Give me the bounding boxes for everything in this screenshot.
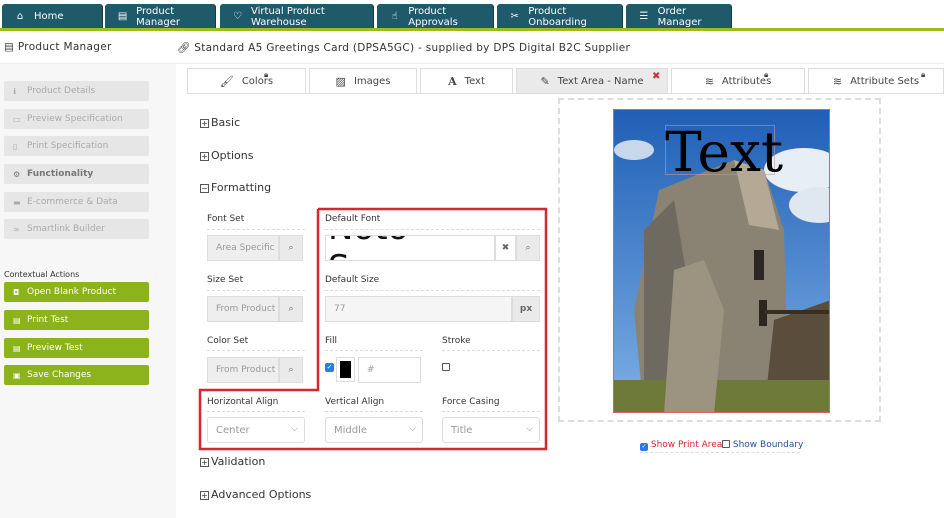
show-print-area-toggle[interactable]: ✓ Show Print Area <box>640 440 722 451</box>
show-print-area-checkbox[interactable]: ✓ <box>640 443 648 451</box>
divider <box>640 452 800 453</box>
preview-text[interactable]: Text <box>665 120 783 184</box>
show-boundary-checkbox[interactable] <box>722 440 730 448</box>
show-boundary-toggle[interactable]: Show Boundary <box>722 440 803 450</box>
